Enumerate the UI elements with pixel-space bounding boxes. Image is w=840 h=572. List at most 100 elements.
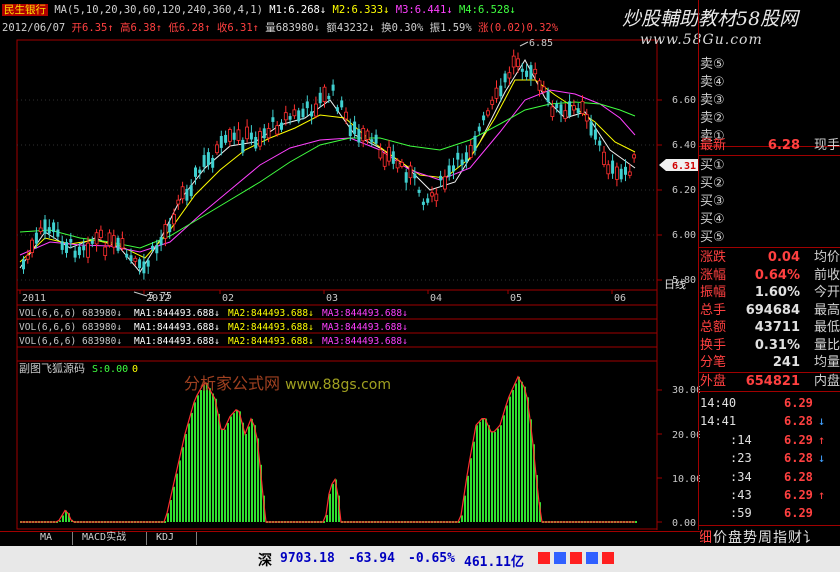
candle-body: [215, 144, 219, 154]
buy-row-3[interactable]: 买③: [700, 193, 840, 210]
sub-bar: [239, 411, 241, 522]
candle-body: [370, 139, 374, 143]
sub-bar: [479, 421, 481, 522]
sell-row-4[interactable]: 卖④: [700, 74, 840, 91]
trade-arrow: ↑: [818, 432, 826, 447]
candle-body: [584, 114, 589, 122]
quote-tab[interactable]: 势: [743, 530, 757, 546]
sub-bar: [203, 384, 205, 522]
period-label[interactable]: 日线: [664, 277, 686, 291]
candle-body: [52, 222, 56, 233]
candle-body: [507, 72, 512, 79]
sub-bar: [206, 382, 208, 522]
candle-body: [395, 160, 400, 169]
trade-row: :59 6.29: [700, 504, 840, 522]
indicator-block-red: [570, 552, 582, 564]
sub-bar: [221, 428, 223, 522]
trade-price: 6.29: [784, 432, 813, 447]
stat-label: 总手: [700, 302, 727, 318]
candle-body: [365, 130, 370, 140]
sub-bar: [215, 398, 217, 522]
quote-tab[interactable]: 财: [788, 530, 802, 546]
candle-body: [391, 151, 395, 164]
sub-bar: [515, 383, 517, 522]
candle-body: [624, 166, 627, 175]
trade-row: :43 6.29 ↑: [700, 486, 840, 504]
index-pct: -0.65%: [408, 551, 455, 566]
tab-macd[interactable]: MACD实战: [78, 531, 130, 545]
candle-body: [477, 126, 481, 132]
candle-body: [77, 246, 81, 256]
candle-body: [146, 260, 150, 267]
sub-bar: [218, 413, 220, 522]
buy-1-label: 买①: [700, 158, 725, 173]
candle-body: [25, 254, 30, 260]
buy-row-2[interactable]: 买②: [700, 175, 840, 192]
candle-body: [258, 131, 262, 147]
candle-body: [456, 152, 460, 160]
candle-body: [525, 70, 529, 77]
buy-row-4[interactable]: 买④: [700, 211, 840, 228]
date-label-2011: 2011: [22, 293, 46, 304]
candle-body: [271, 117, 275, 122]
vol-row-1-ma2: MA2:844493.688↓: [228, 308, 314, 319]
chart-canvas[interactable]: 6.85 5.75 6.60 6.40 6.20 6.00 5.80 6.31 …: [0, 0, 700, 530]
candle-body: [254, 136, 258, 149]
candle-body: [168, 224, 172, 233]
quote-tab[interactable]: 指: [773, 530, 787, 546]
candle-body: [619, 168, 623, 180]
candle-body: [559, 104, 563, 115]
candle-body: [327, 95, 331, 100]
candle-body: [529, 65, 533, 80]
candle-body: [133, 257, 138, 262]
candle-body: [615, 166, 619, 180]
sell-row-3[interactable]: 卖③: [700, 92, 840, 109]
watermark-88gs-title: 分析家公式网: [184, 374, 281, 393]
vol-row-1-ma1: MA1:844493.688↓: [134, 308, 220, 319]
sub-bar: [491, 431, 493, 522]
buy-5-label: 买⑤: [700, 230, 725, 245]
quote-tab[interactable]: 价: [713, 530, 727, 546]
quote-tab[interactable]: 细: [698, 530, 712, 546]
candle-body: [468, 145, 473, 158]
quote-tab[interactable]: 盘: [728, 530, 742, 546]
candle-body: [275, 125, 280, 135]
quote-tab[interactable]: 讠: [803, 530, 817, 546]
quote-tab[interactable]: 周: [758, 530, 772, 546]
stat-value: 1.60%: [754, 285, 800, 300]
buy-3-label: 买③: [700, 194, 725, 209]
stat-label: 涨幅: [700, 267, 727, 283]
buy-row-5[interactable]: 买⑤: [700, 229, 840, 246]
sub-bar: [191, 412, 193, 522]
candle-body: [378, 149, 383, 159]
main-chart-frame: [16, 39, 658, 306]
sell-4-label: 卖④: [700, 75, 725, 90]
tab-kdj[interactable]: KDJ: [152, 531, 178, 545]
sub-bar: [521, 381, 523, 522]
max-price-label: 6.85: [529, 38, 553, 49]
candle-body: [627, 171, 632, 176]
sub-bar: [212, 393, 214, 522]
candle-body: [94, 232, 99, 245]
sub-bar: [326, 514, 328, 522]
sub-bar: [188, 423, 190, 522]
tab-ma[interactable]: MA: [36, 531, 56, 545]
trade-time: :43: [730, 488, 752, 502]
price-tick-620: 6.20: [672, 185, 696, 196]
buy-row-1[interactable]: 买①: [700, 157, 840, 174]
stat-right-label: 量比: [813, 337, 840, 353]
candle-body: [103, 246, 108, 256]
trade-arrow: ↑: [818, 488, 826, 502]
trade-row: :34 6.28: [700, 468, 840, 486]
candle-body: [82, 245, 86, 251]
sub-bar: [485, 418, 487, 522]
sell-row-5[interactable]: 卖⑤: [700, 56, 840, 73]
candle-body: [555, 103, 559, 109]
candle-body: [442, 176, 447, 190]
candle-body: [47, 227, 51, 234]
max-pointer: [519, 41, 529, 47]
sell-row-2[interactable]: 卖②: [700, 110, 840, 127]
stat-row: 涨跌 0.04 均价: [700, 249, 840, 266]
outer-value: 654821: [745, 374, 800, 389]
candle-body: [224, 134, 228, 143]
